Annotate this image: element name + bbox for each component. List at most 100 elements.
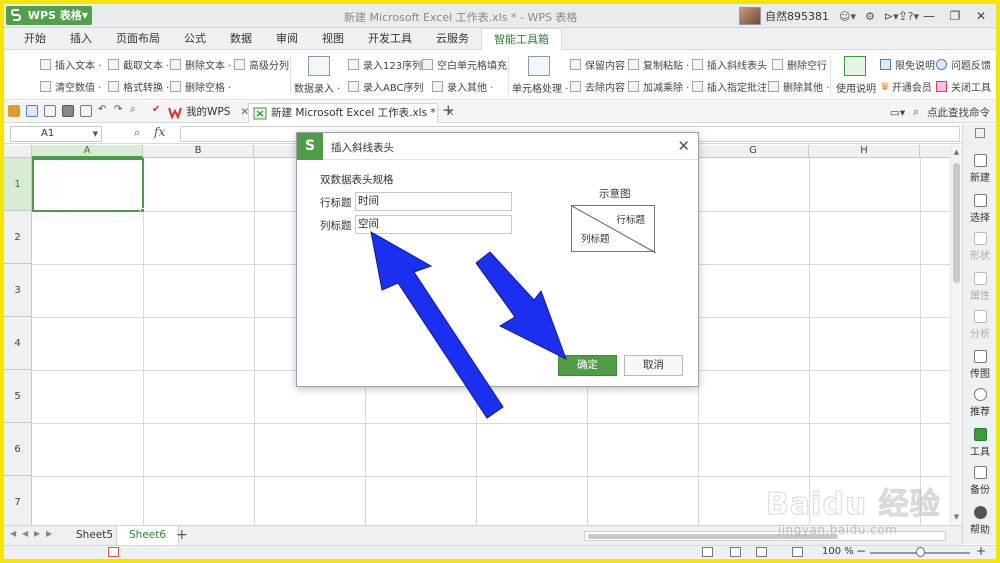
- tab-formulas[interactable]: 公式: [172, 28, 218, 49]
- monitor-icon[interactable]: ▭▾: [890, 107, 905, 119]
- tab-view[interactable]: 视图: [310, 28, 356, 49]
- panel-send-image[interactable]: 传图: [963, 350, 996, 380]
- copy-paste-button[interactable]: 复制粘贴 ·: [628, 57, 689, 72]
- fill-handle[interactable]: [140, 208, 145, 213]
- panel-recommend[interactable]: 推荐: [963, 388, 996, 418]
- pin-icon[interactable]: ⇪: [890, 6, 916, 26]
- entry-other-button[interactable]: 录入其他 ·: [432, 79, 493, 94]
- tab-developer[interactable]: 开发工具: [356, 28, 424, 49]
- customize-icon[interactable]: ✔: [152, 105, 164, 117]
- dialog-close-icon[interactable]: ✕: [677, 137, 690, 155]
- zoom-icon[interactable]: ⌕: [130, 105, 142, 117]
- sheet-last-icon[interactable]: ▶: [46, 529, 52, 538]
- tab-current-document[interactable]: 新建 Microsoft Excel 工作表.xls * ✕: [248, 103, 454, 123]
- zoom-in-icon[interactable]: +: [976, 544, 986, 558]
- tab-review[interactable]: 审阅: [264, 28, 310, 49]
- column-header[interactable]: [920, 145, 950, 158]
- page-break-view-icon[interactable]: [730, 547, 741, 557]
- usage-help-button[interactable]: 使用说明: [836, 80, 876, 95]
- tab-home[interactable]: 开始: [12, 28, 58, 49]
- keep-content-button[interactable]: 保留内容: [570, 57, 625, 72]
- tab-data[interactable]: 数据: [218, 28, 264, 49]
- tab-cloud[interactable]: 云服务: [424, 28, 481, 49]
- panel-properties[interactable]: 属性: [963, 272, 996, 302]
- column-header[interactable]: G: [698, 145, 809, 158]
- cell-process-icon[interactable]: [528, 56, 550, 76]
- scroll-up-icon[interactable]: ▲: [952, 148, 961, 157]
- row-header[interactable]: 6: [4, 423, 32, 476]
- export-icon[interactable]: [44, 105, 56, 117]
- formula-zoom-icon[interactable]: ⌕: [134, 126, 140, 140]
- panel-select[interactable]: 选择: [963, 194, 996, 224]
- feedback-button[interactable]: 问题反馈: [936, 57, 991, 72]
- sheet-next-icon[interactable]: ▶: [34, 529, 40, 538]
- macro-icon[interactable]: [108, 547, 119, 557]
- delete-other-button[interactable]: 删除其他 ·: [768, 79, 829, 94]
- format-convert-button[interactable]: 格式转换 ·: [108, 79, 169, 94]
- settings-icon[interactable]: ⚙: [865, 10, 875, 23]
- remove-content-button[interactable]: 去除内容: [570, 79, 625, 94]
- tab-insert[interactable]: 插入: [58, 28, 104, 49]
- delete-text-button[interactable]: 删除文本 ·: [170, 57, 231, 72]
- vertical-scroll-thumb[interactable]: [953, 163, 960, 283]
- usage-help-icon[interactable]: [844, 56, 866, 76]
- print-icon[interactable]: [62, 105, 74, 117]
- app-menu-button[interactable]: WPS 表格 ▼: [6, 6, 92, 25]
- command-search[interactable]: ▭▾ ⌕ 点此查找命令: [890, 105, 990, 120]
- normal-view-icon[interactable]: [702, 547, 713, 557]
- row-title-input[interactable]: 时间: [355, 192, 512, 211]
- row-header[interactable]: 2: [4, 211, 32, 264]
- vip-button[interactable]: ♛ 开通会员: [880, 79, 932, 94]
- skin-icon[interactable]: ☺▾: [839, 10, 856, 23]
- username[interactable]: 自然895381: [765, 8, 829, 24]
- add-sheet-icon[interactable]: +: [176, 527, 188, 543]
- tab-my-wps[interactable]: 我的WPS ✕: [164, 103, 249, 123]
- extract-text-button[interactable]: 截取文本 ·: [108, 57, 169, 72]
- insert-diagonal-header-button[interactable]: 插入斜线表头: [692, 57, 767, 72]
- name-box-chevron-icon[interactable]: ▼: [93, 127, 98, 141]
- redo-icon[interactable]: ↷: [114, 105, 126, 117]
- insert-text-button[interactable]: 插入文本 ·: [40, 57, 101, 72]
- open-icon[interactable]: [8, 105, 20, 117]
- tab-smart-toolbox[interactable]: 智能工具箱: [481, 28, 562, 51]
- selected-cell-a1[interactable]: [32, 158, 145, 213]
- vertical-scrollbar[interactable]: ▲ ▼: [950, 145, 962, 525]
- sheet-tab-sheet6[interactable]: Sheet6: [116, 526, 180, 545]
- column-header[interactable]: A: [32, 145, 143, 158]
- delete-spaces-button[interactable]: 删除空格 ·: [170, 79, 231, 94]
- free-help-button[interactable]: 限免说明: [880, 57, 935, 72]
- panel-tools[interactable]: 工具: [963, 428, 996, 458]
- save-icon[interactable]: [26, 105, 38, 117]
- undo-icon[interactable]: ↶: [98, 105, 110, 117]
- panel-shape[interactable]: 形状: [963, 232, 996, 262]
- panel-help[interactable]: 帮助: [963, 506, 996, 536]
- row-header[interactable]: 5: [4, 370, 32, 423]
- panel-analyze[interactable]: 分析: [963, 310, 996, 340]
- close-tool-button[interactable]: 关闭工具: [936, 79, 991, 94]
- cell-process-button[interactable]: 单元格处理 ·: [512, 80, 568, 95]
- preview-icon[interactable]: [80, 105, 92, 117]
- row-header[interactable]: 7: [4, 476, 32, 525]
- advanced-split-button[interactable]: 高级分列: [234, 57, 289, 72]
- row-header[interactable]: 3: [4, 264, 32, 317]
- entry-123-button[interactable]: 录入123序列: [348, 57, 422, 72]
- new-tab-icon[interactable]: +: [442, 101, 455, 119]
- data-entry-button[interactable]: 数据录入 ·: [294, 80, 340, 95]
- column-header[interactable]: H: [809, 145, 920, 158]
- row-header[interactable]: 1: [4, 158, 32, 211]
- cancel-button[interactable]: 取消: [624, 355, 683, 376]
- row-header[interactable]: 4: [4, 317, 32, 370]
- clear-numbers-button[interactable]: 清空数值 ·: [40, 79, 101, 94]
- restore-icon[interactable]: ❐: [942, 6, 968, 26]
- entry-abc-button[interactable]: 录入ABC序列: [348, 79, 424, 94]
- select-all-corner[interactable]: [4, 145, 32, 158]
- insert-comment-button[interactable]: 插入指定批注: [692, 79, 767, 94]
- panel-backup[interactable]: 备份: [963, 466, 996, 496]
- panel-toggle-icon[interactable]: [975, 128, 985, 138]
- column-header[interactable]: B: [143, 145, 254, 158]
- fx-icon[interactable]: fx: [154, 125, 165, 139]
- sheet-prev-icon[interactable]: ◀: [22, 529, 28, 538]
- tab-page-layout[interactable]: 页面布局: [104, 28, 172, 49]
- name-box[interactable]: A1 ▼: [10, 126, 102, 142]
- ok-button[interactable]: 确定: [558, 355, 617, 376]
